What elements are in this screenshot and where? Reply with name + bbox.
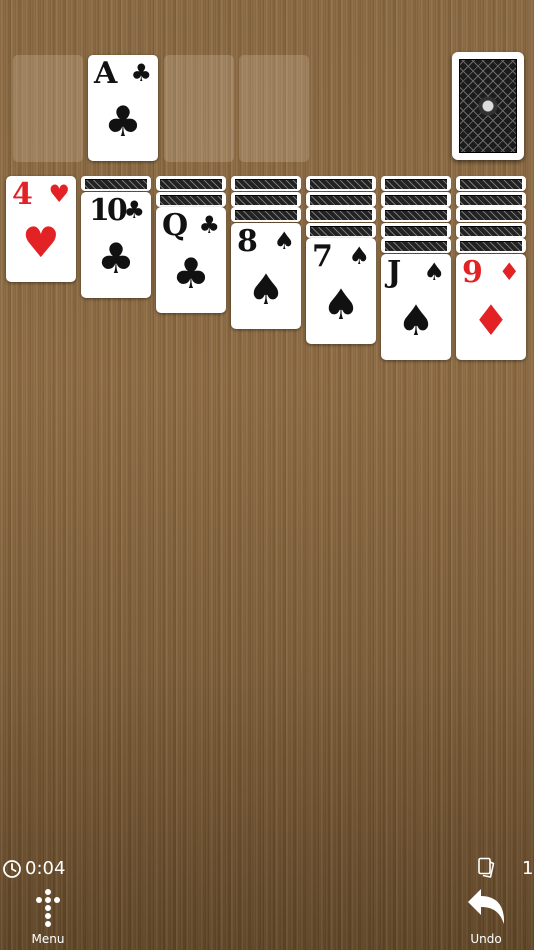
tableau-card-col-1[interactable]: 4 ♥ ♥	[6, 176, 76, 282]
clubs-icon: ♣	[130, 59, 152, 87]
suit-icon: ♠	[247, 264, 285, 314]
foundation-card-ace-clubs[interactable]: A ♣ ♣	[88, 55, 158, 161]
suit-icon: ♣	[198, 211, 220, 239]
suit-icon: ♦	[472, 295, 510, 345]
clock-icon	[3, 859, 21, 878]
moves-counter: 1	[476, 857, 533, 879]
suit-icon: ♦	[498, 257, 520, 286]
face-down-card	[381, 238, 451, 253]
menu-button[interactable]: Menu	[18, 888, 78, 948]
face-down-card	[381, 176, 451, 191]
card-rank: 4	[12, 177, 33, 212]
face-down-card	[456, 207, 526, 222]
foundation-slot-4[interactable]	[239, 55, 309, 162]
suit-icon: ♠	[397, 295, 435, 345]
stock-pile[interactable]	[452, 52, 524, 160]
face-down-card	[231, 207, 301, 222]
suit-icon: ♣	[172, 249, 210, 298]
tableau-card-col-3[interactable]: Q ♣ ♣	[156, 207, 226, 313]
card-rank: A	[94, 56, 118, 91]
card-rank: 10	[89, 192, 128, 228]
suit-icon: ♠	[273, 226, 295, 255]
clubs-icon: ♣	[104, 97, 142, 146]
face-down-card	[306, 222, 376, 238]
face-down-card	[381, 222, 451, 238]
face-down-card	[456, 222, 526, 238]
suit-icon: ♠	[322, 280, 360, 329]
card-rank: J	[387, 254, 402, 290]
face-down-card	[306, 176, 376, 191]
face-down-card	[231, 176, 301, 191]
tableau-card-col-6[interactable]: J ♠ ♠	[381, 253, 451, 360]
face-down-card	[456, 238, 526, 253]
face-down-card	[456, 176, 526, 191]
suit-icon: ♣	[97, 233, 135, 283]
tableau-card-col-4[interactable]: 8 ♠ ♠	[231, 222, 301, 329]
card-rank: 8	[237, 223, 258, 259]
cards-icon	[478, 857, 495, 878]
undo-button[interactable]: Undo	[456, 886, 516, 948]
suit-icon: ♣	[123, 195, 145, 224]
timer-value: 0:04	[25, 858, 66, 879]
card-rank: Q	[162, 208, 189, 243]
tableau-card-col-5[interactable]: 7 ♠ ♠	[306, 238, 376, 344]
foundation-slot-1[interactable]	[13, 55, 83, 162]
tableau-card-col-2[interactable]: 10 ♣ ♣	[81, 191, 151, 298]
suit-icon: ♥	[48, 180, 70, 208]
undo-label: Undo	[470, 932, 502, 946]
menu-label: Menu	[31, 932, 65, 946]
foundation-slot-3[interactable]	[164, 55, 234, 162]
face-down-card	[306, 207, 376, 222]
face-down-card	[81, 176, 151, 191]
timer: 0:04	[2, 858, 65, 879]
card-rank: 9	[462, 254, 483, 290]
tableau-card-col-7[interactable]: 9 ♦ ♦	[456, 253, 526, 360]
moves-value: 1	[522, 857, 534, 879]
face-down-card	[306, 191, 376, 207]
suit-icon: ♠	[348, 242, 370, 270]
suit-icon: ♥	[22, 218, 60, 267]
face-down-card	[156, 191, 226, 207]
face-down-card	[156, 176, 226, 191]
face-down-card	[456, 191, 526, 207]
face-down-card	[381, 207, 451, 222]
face-down-card	[381, 191, 451, 207]
card-rank: 7	[312, 239, 333, 274]
card-back-pattern	[459, 59, 517, 153]
suit-icon: ♠	[423, 257, 445, 286]
undo-arrow-icon	[468, 889, 505, 924]
face-down-card	[231, 191, 301, 207]
menu-icon	[36, 889, 60, 927]
